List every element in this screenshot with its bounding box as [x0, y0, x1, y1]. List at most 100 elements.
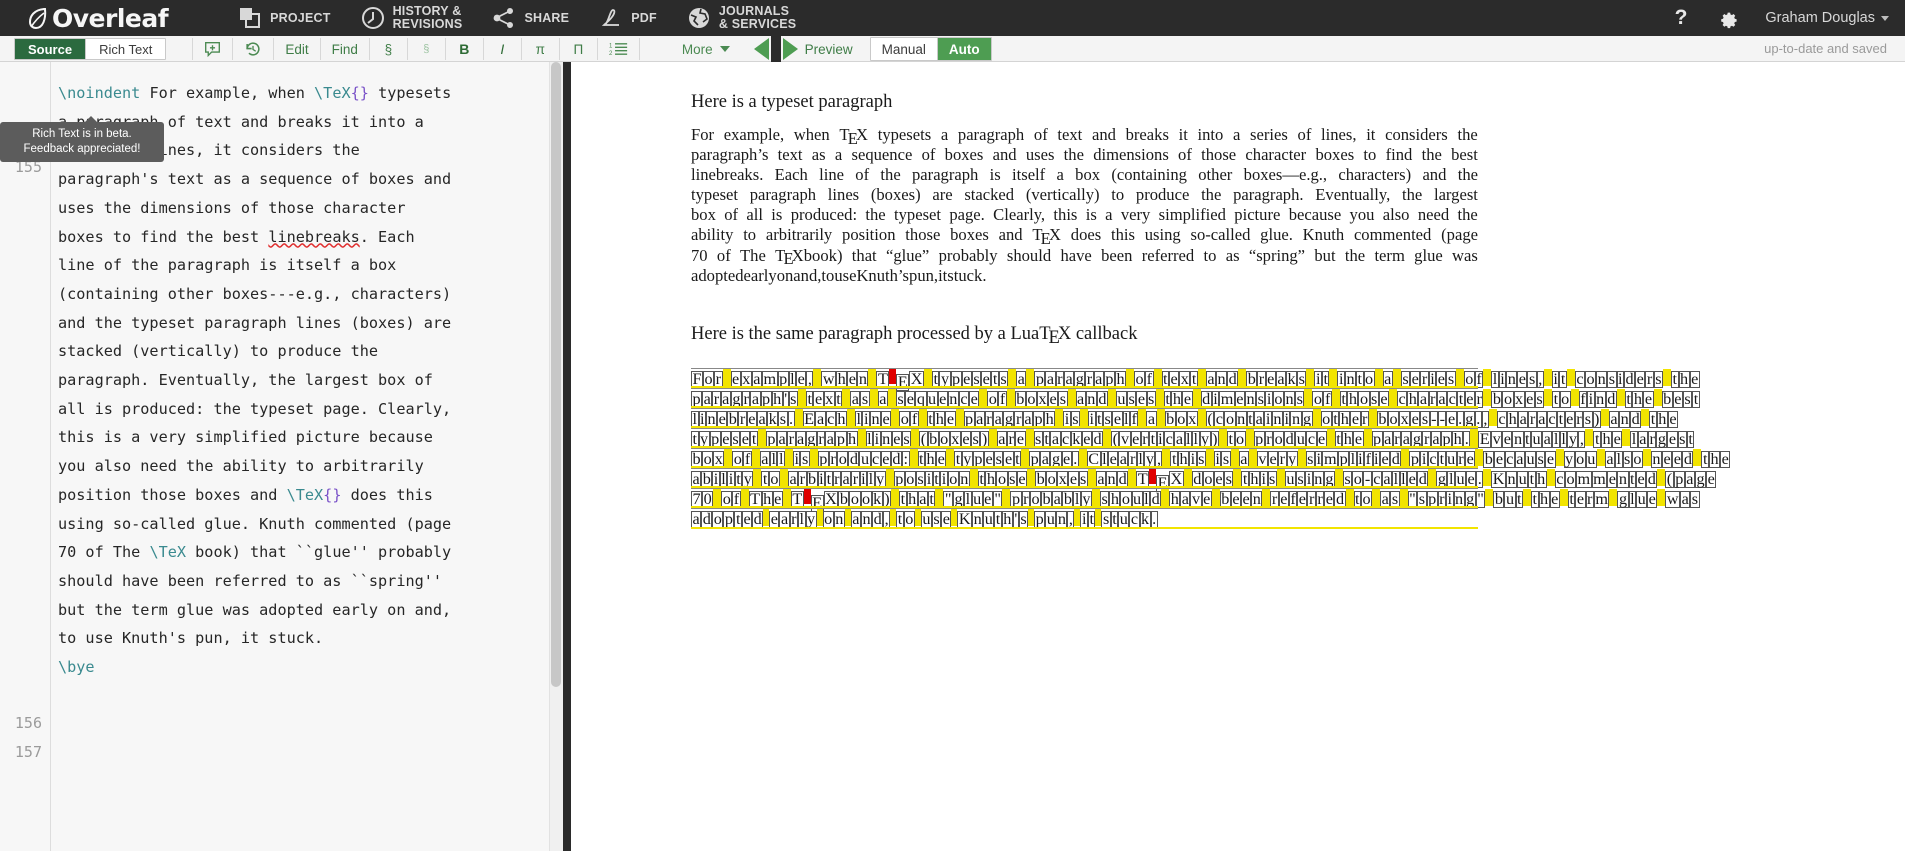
char-box: n [1506, 371, 1517, 388]
compile-manual-button[interactable]: Manual [871, 38, 937, 60]
settings-button[interactable] [1717, 7, 1739, 29]
boxed-word: use [921, 507, 952, 527]
source-editor-pane[interactable]: 154155156157 \noindent For example, when… [0, 62, 563, 851]
pdf-paragraph-line: abilitytoarbitrarilypositionthoseboxesan… [691, 225, 1478, 245]
collapse-left-arrow[interactable] [754, 38, 769, 60]
pdf-paragraph-line: paragraph’stextasasequenceofboxesanduses… [691, 145, 1478, 165]
char-box: l [1491, 371, 1499, 388]
nav-label-project: PROJECT [270, 12, 330, 25]
char-box: a [1023, 411, 1033, 428]
subsection-button[interactable]: § [408, 38, 446, 60]
pdf-preview-pane[interactable]: Here is a typeset paragraph Forexample,w… [571, 62, 1905, 851]
glue-marker [1483, 469, 1491, 486]
edit-menu-button[interactable]: Edit [274, 38, 320, 60]
char-box: i [1264, 411, 1272, 428]
char-box: s [1147, 391, 1156, 408]
glue-marker [989, 429, 997, 446]
italic-button[interactable]: I [484, 38, 522, 60]
tab-source[interactable]: Source [15, 39, 85, 59]
glue-marker [1219, 429, 1227, 446]
pane-divider[interactable] [563, 62, 571, 851]
char-box: l [691, 411, 699, 428]
char-box: o [948, 471, 959, 488]
char-box: a [1437, 391, 1447, 408]
char-box: e [1690, 371, 1700, 388]
editor-scrollbar[interactable] [549, 62, 563, 851]
nav-item-history-revisions[interactable]: HISTORY &REVISIONS [361, 5, 463, 31]
char-box: n [1086, 391, 1097, 408]
char-box: t [1593, 431, 1601, 448]
char-box: e [1317, 431, 1327, 448]
glue-marker [1693, 449, 1701, 466]
char-box: s [1690, 491, 1699, 508]
char-box: i [860, 471, 868, 488]
char-box: i [1212, 391, 1220, 408]
pane-splitter-handle[interactable] [771, 36, 781, 62]
display-math-button[interactable]: Π [560, 38, 598, 60]
nav-item-share[interactable]: SHARE [492, 6, 569, 30]
char-box: c [1497, 411, 1507, 428]
section-button[interactable]: § [370, 38, 408, 60]
nav-item-pdf[interactable]: PDF [599, 6, 657, 30]
char-box: e [1324, 491, 1334, 508]
char-box: s [1295, 391, 1304, 408]
expand-right-arrow[interactable] [783, 38, 798, 60]
char-box: t [1438, 451, 1446, 468]
insert-comment-button[interactable] [193, 38, 233, 60]
overleaf-logo[interactable]: Overleaf [24, 4, 168, 33]
char-box: l [1447, 471, 1455, 488]
revert-history-button[interactable] [233, 38, 274, 60]
compile-auto-button[interactable]: Auto [937, 38, 991, 60]
nav-label-share: SHARE [524, 12, 569, 25]
char-box: u [1118, 511, 1129, 528]
char-box: a [825, 431, 835, 448]
char-box: e [1550, 491, 1560, 508]
username-menu[interactable]: Graham Douglas [1765, 10, 1875, 26]
char-box: e [1235, 391, 1245, 408]
char-box: , [883, 511, 890, 528]
tooltip-arrow [85, 116, 97, 122]
char-box: e [941, 511, 951, 528]
boxed-word: find [1579, 387, 1617, 407]
boxed-word: box [1165, 407, 1198, 427]
char-box: a [1016, 371, 1026, 388]
char-box: e [1082, 431, 1092, 448]
tab-rich-text[interactable]: Rich Text [85, 39, 165, 59]
char-box: e [740, 431, 750, 448]
char-box: h [907, 491, 918, 508]
char-box: o [1632, 451, 1643, 468]
char-box: y [806, 511, 817, 528]
pdf-boxed-line: linebreaks.Eachlineoftheparagraphisitsel… [691, 407, 1478, 427]
char-box: e [905, 391, 915, 408]
char-box: s [1446, 371, 1455, 388]
char-box: a [760, 451, 770, 468]
char-box: r [1528, 411, 1536, 428]
help-button[interactable]: ? [1675, 6, 1688, 30]
char-box: r [829, 451, 837, 468]
char-box: i [1088, 411, 1096, 428]
char-box: c [959, 391, 969, 408]
nav-item-journals-services[interactable]: JOURNALS& SERVICES [687, 5, 797, 31]
more-menu-button[interactable]: More [676, 36, 736, 62]
find-button[interactable]: Find [321, 38, 370, 60]
pdf-boxed-line: 70ofTheTEXbook)that"glue"probablyshouldh… [691, 487, 1478, 507]
editor-scrollbar-thumb[interactable] [551, 62, 561, 687]
char-box: s [1101, 511, 1110, 528]
char-box: n [1619, 411, 1630, 428]
char-box: t [1247, 411, 1255, 428]
glue-marker [919, 409, 927, 426]
char-box: - [1438, 411, 1446, 428]
code-text-area[interactable]: \noindent For example, when \TeX{} types… [58, 79, 548, 682]
glue-marker [752, 449, 760, 466]
char-box: s [1197, 451, 1206, 468]
inline-math-button[interactable]: π [522, 38, 560, 60]
ordered-list-button[interactable]: 1 2 [598, 38, 640, 60]
char-box: c [1555, 471, 1565, 488]
char-box: d [872, 511, 883, 528]
boxed-word: to [1227, 427, 1246, 447]
char-box: h [1632, 391, 1643, 408]
bold-button[interactable]: B [446, 38, 484, 60]
char-box: g [1695, 471, 1706, 488]
nav-item-project[interactable]: PROJECT [238, 6, 330, 30]
char-box: i [1315, 451, 1323, 468]
